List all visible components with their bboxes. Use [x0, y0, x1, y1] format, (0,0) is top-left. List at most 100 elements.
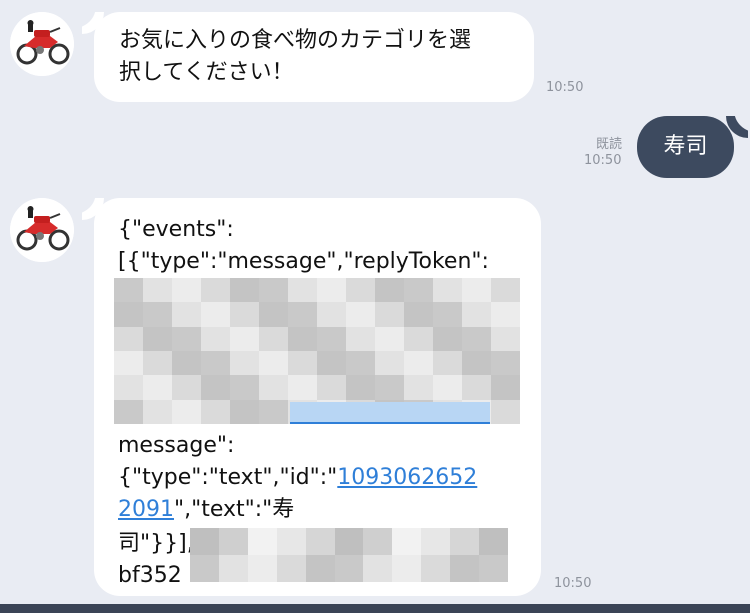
redaction-cell — [247, 528, 277, 555]
redaction-cell — [404, 326, 433, 351]
redaction-cell — [190, 528, 219, 555]
reply-message-text: 寿司 — [663, 134, 708, 159]
redaction-cell — [114, 351, 143, 376]
redaction-cell — [218, 528, 248, 555]
redaction-cell — [288, 375, 317, 400]
redaction-cell — [317, 351, 346, 376]
prompt-message-line-1: お気に入りの食べ物のカテゴリを選 — [119, 28, 472, 53]
redaction-cell — [433, 375, 462, 400]
redaction-cell — [346, 278, 375, 303]
redaction-cell — [363, 555, 393, 582]
redaction-cell — [491, 302, 520, 327]
redaction-cell — [433, 326, 462, 351]
redaction-cell — [143, 351, 172, 376]
redaction-cell — [201, 351, 230, 376]
json-line: bf352 — [118, 563, 182, 588]
json-line: 2091","text":"寿 — [118, 494, 294, 526]
reply-message-bubble[interactable]: 寿司 — [637, 116, 734, 178]
redaction-cell — [172, 399, 201, 424]
redaction-cell — [450, 555, 480, 582]
redaction-cell — [114, 302, 143, 327]
redaction-cell — [346, 375, 375, 400]
redaction-cell — [317, 302, 346, 327]
redaction-cell — [375, 375, 404, 400]
redaction-cell — [462, 375, 491, 400]
message-id-link[interactable]: 2091 — [118, 497, 174, 522]
redaction-cell — [346, 326, 375, 351]
bot-avatar[interactable] — [10, 12, 74, 76]
redaction-cell — [288, 302, 317, 327]
redaction-cell — [201, 278, 230, 303]
motorcycle-icon — [10, 12, 74, 76]
redaction-cell — [172, 351, 201, 376]
json-line: 司"}}], — [118, 531, 194, 556]
redaction-cell — [190, 555, 219, 582]
prompt-message-line-2: 択してください！ — [119, 60, 294, 85]
redaction-cell — [143, 326, 172, 351]
redaction-cell — [201, 375, 230, 400]
json-line: [{"type":"message","replyToken": — [118, 249, 489, 274]
redaction-cell — [143, 278, 172, 303]
redaction-cell — [491, 375, 520, 400]
redaction-cell — [230, 302, 259, 327]
json-message-bubble[interactable]: {"events": [{"type":"message","replyToke… — [94, 198, 541, 596]
redaction-cell — [421, 528, 451, 555]
message-timestamp: 10:50 — [584, 153, 622, 168]
redaction-cell — [230, 375, 259, 400]
redaction-cell — [288, 326, 317, 351]
redaction-cell — [462, 278, 491, 303]
read-receipt: 既読 — [595, 137, 622, 152]
redaction-cell — [276, 528, 306, 555]
redaction-cell — [259, 399, 288, 424]
redaction-cell — [172, 375, 201, 400]
redaction-cell — [317, 375, 346, 400]
json-line: message": — [118, 433, 235, 458]
redaction-cell — [230, 326, 259, 351]
redaction-cell — [305, 528, 335, 555]
redaction-cell — [392, 555, 422, 582]
redaction-cell — [363, 528, 393, 555]
redacted-link — [290, 402, 490, 424]
json-line: {"type":"text","id":"1093062652 — [118, 462, 477, 494]
redaction-cell — [404, 302, 433, 327]
redaction-cell — [346, 351, 375, 376]
message-timestamp: 10:50 — [546, 80, 584, 95]
redaction-cell — [462, 302, 491, 327]
redaction-cell — [259, 326, 288, 351]
redaction-cell — [491, 278, 520, 303]
redaction-cell — [491, 399, 520, 424]
redaction-cell — [334, 555, 364, 582]
redaction-cell — [114, 326, 143, 351]
message-id-link[interactable]: 1093062652 — [337, 465, 477, 490]
redaction-cell — [114, 375, 143, 400]
chat-view: お気に入りの食べ物のカテゴリを選 択してください！ 10:50 既読 10:50… — [0, 0, 750, 613]
json-text: {"type":"text","id":" — [118, 465, 338, 490]
redaction-cell — [479, 528, 508, 555]
redaction-cell — [375, 278, 404, 303]
json-text: ","text":"寿 — [174, 497, 295, 522]
redaction-cell — [201, 326, 230, 351]
redaction-cell — [172, 326, 201, 351]
redaction-cell — [433, 302, 462, 327]
redaction-cell — [143, 399, 172, 424]
redaction-cell — [433, 351, 462, 376]
bot-avatar[interactable] — [10, 198, 74, 262]
redaction-cell — [421, 555, 451, 582]
redaction-cell — [346, 302, 375, 327]
redaction-cell — [230, 351, 259, 376]
redaction-cell — [230, 278, 259, 303]
redaction-cell — [375, 351, 404, 376]
redaction-cell — [276, 555, 306, 582]
redaction-cell — [462, 326, 491, 351]
redaction-cell — [305, 555, 335, 582]
redacted-area — [190, 528, 508, 582]
prompt-message-bubble[interactable]: お気に入りの食べ物のカテゴリを選 択してください！ — [94, 12, 534, 102]
redaction-cell — [143, 302, 172, 327]
redaction-cell — [462, 351, 491, 376]
redaction-cell — [259, 278, 288, 303]
redaction-cell — [404, 375, 433, 400]
redaction-cell — [259, 351, 288, 376]
redaction-cell — [392, 528, 422, 555]
redaction-cell — [201, 399, 230, 424]
redaction-cell — [201, 302, 230, 327]
